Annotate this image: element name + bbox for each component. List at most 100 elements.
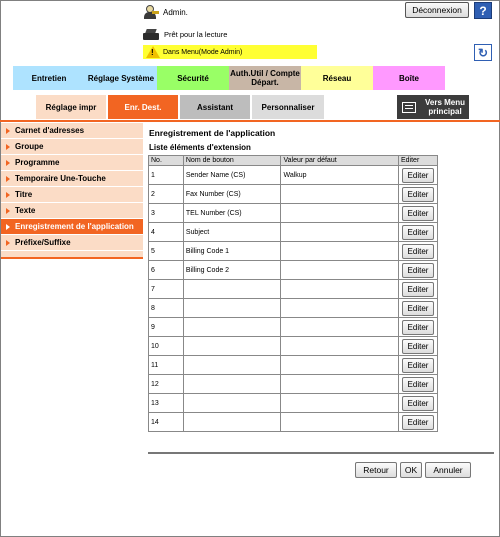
row-default-value — [280, 279, 399, 299]
tab-enr-dest[interactable]: Enr. Dest. — [108, 95, 178, 119]
tab-personnaliser[interactable]: Personnaliser — [252, 95, 324, 119]
tab-securite[interactable]: Sécurité — [157, 66, 229, 90]
row-default-value — [280, 260, 399, 280]
sidebar-item-groupe[interactable]: Groupe — [1, 139, 143, 155]
arrow-right-icon — [6, 191, 10, 198]
edit-button[interactable]: Editer — [401, 186, 434, 202]
ok-button[interactable]: OK — [400, 462, 422, 478]
row-edit-cell: Editer — [397, 222, 439, 242]
edit-button[interactable]: Editer — [401, 357, 434, 373]
sidebar-item-label: Groupe — [15, 142, 44, 151]
edit-button[interactable]: Editer — [401, 281, 434, 297]
edit-button[interactable]: Editer — [401, 376, 434, 392]
edit-button[interactable]: Editer — [401, 205, 434, 221]
row-button-name: TEL Number (CS) — [182, 203, 282, 223]
row-default-value — [280, 298, 399, 318]
sidebar-item-texte[interactable]: Texte — [1, 203, 143, 219]
sidebar-item-enregistrement-application[interactable]: Enregistrement de l'application — [1, 219, 143, 235]
admin-label: Admin. — [163, 7, 188, 17]
row-edit-cell: Editer — [397, 336, 439, 356]
sidebar-item-label: Programme — [15, 158, 60, 167]
edit-button[interactable]: Editer — [401, 262, 434, 278]
row-edit-cell: Editer — [397, 184, 439, 204]
row-number: 7 — [148, 279, 184, 299]
row-number: 2 — [148, 184, 184, 204]
row-edit-cell: Editer — [397, 374, 439, 394]
page-title: Enregistrement de l'application — [149, 128, 276, 138]
back-button[interactable]: Retour — [355, 462, 397, 478]
row-edit-cell: Editer — [397, 355, 439, 375]
row-button-name — [182, 336, 282, 356]
sidebar-item-temporaire[interactable]: Temporaire Une-Touche — [1, 171, 143, 187]
tab-auth-util[interactable]: Auth.Util / Compte Départ. — [229, 66, 301, 90]
footer-divider — [148, 452, 494, 454]
sidebar-item-label: Enregistrement de l'application — [15, 222, 134, 231]
refresh-icon[interactable]: ↻ — [474, 44, 492, 61]
arrow-right-icon — [6, 207, 10, 214]
extension-table: No. Nom de bouton Valeur par défaut Edit… — [148, 155, 439, 432]
column-header-name: Nom de bouton — [182, 155, 282, 166]
row-edit-cell: Editer — [397, 241, 439, 261]
admin-user: Admin. — [143, 4, 188, 20]
device-status: Prêt pour la lecture — [143, 27, 227, 41]
sidebar-item-prefixe-suffixe[interactable]: Préfixe/Suffixe — [1, 235, 143, 251]
sidebar: Carnet d'adresses Groupe Programme Tempo… — [1, 123, 143, 257]
tab-reglage-systeme[interactable]: Réglage Système — [85, 66, 157, 90]
row-button-name: Sender Name (CS) — [182, 165, 282, 185]
edit-button[interactable]: Editer — [401, 319, 434, 335]
arrow-right-icon — [6, 175, 10, 182]
tab-reseau[interactable]: Réseau — [301, 66, 373, 90]
tab-divider — [0, 120, 500, 122]
table-row: 4 Subject Editer — [148, 222, 439, 242]
edit-button[interactable]: Editer — [401, 167, 434, 183]
row-default-value — [280, 317, 399, 337]
edit-button[interactable]: Editer — [401, 338, 434, 354]
row-default-value — [280, 203, 399, 223]
edit-button[interactable]: Editer — [401, 224, 434, 240]
tab-reglage-impr[interactable]: Réglage impr — [36, 95, 106, 119]
row-default-value — [280, 222, 399, 242]
table-row: 7 Editer — [148, 279, 439, 299]
row-edit-cell: Editer — [397, 298, 439, 318]
table-header-row: No. Nom de bouton Valeur par défaut Edit… — [148, 155, 439, 166]
row-edit-cell: Editer — [397, 412, 439, 432]
column-header-no: No. — [148, 155, 184, 166]
row-button-name — [182, 393, 282, 413]
row-button-name: Billing Code 2 — [182, 260, 282, 280]
sidebar-item-label: Préfixe/Suffixe — [15, 238, 71, 247]
sidebar-item-titre[interactable]: Titre — [1, 187, 143, 203]
table-row: 2 Fax Number (CS) Editer — [148, 184, 439, 204]
edit-button[interactable]: Editer — [401, 300, 434, 316]
help-icon[interactable]: ? — [474, 2, 492, 19]
main-menu-button[interactable]: Vers Menu principal — [397, 95, 469, 119]
tab-entretien[interactable]: Entretien — [13, 66, 85, 90]
tab-assistant[interactable]: Assistant — [180, 95, 250, 119]
section-title: Liste éléments d'extension — [149, 143, 251, 152]
logout-button[interactable]: Déconnexion — [405, 2, 469, 18]
row-button-name: Subject — [182, 222, 282, 242]
row-default-value: Walkup — [280, 165, 399, 185]
row-button-name — [182, 298, 282, 318]
admin-user-icon — [143, 5, 159, 19]
edit-button[interactable]: Editer — [401, 414, 434, 430]
tab-boite[interactable]: Boîte — [373, 66, 445, 90]
row-number: 3 — [148, 203, 184, 223]
row-number: 14 — [148, 412, 184, 432]
row-number: 5 — [148, 241, 184, 261]
cancel-button[interactable]: Annuler — [425, 462, 471, 478]
sidebar-item-programme[interactable]: Programme — [1, 155, 143, 171]
edit-button[interactable]: Editer — [401, 395, 434, 411]
edit-button[interactable]: Editer — [401, 243, 434, 259]
table-row: 1 Sender Name (CS) Walkup Editer — [148, 165, 439, 185]
row-edit-cell: Editer — [397, 279, 439, 299]
sidebar-item-carnet-adresses[interactable]: Carnet d'adresses — [1, 123, 143, 139]
sidebar-item-label: Temporaire Une-Touche — [15, 174, 106, 183]
printer-icon — [143, 28, 159, 40]
row-button-name: Fax Number (CS) — [182, 184, 282, 204]
table-row: 11 Editer — [148, 355, 439, 375]
table-row: 13 Editer — [148, 393, 439, 413]
row-number: 11 — [148, 355, 184, 375]
row-default-value — [280, 355, 399, 375]
sidebar-item-label: Texte — [15, 206, 36, 215]
table-row: 9 Editer — [148, 317, 439, 337]
